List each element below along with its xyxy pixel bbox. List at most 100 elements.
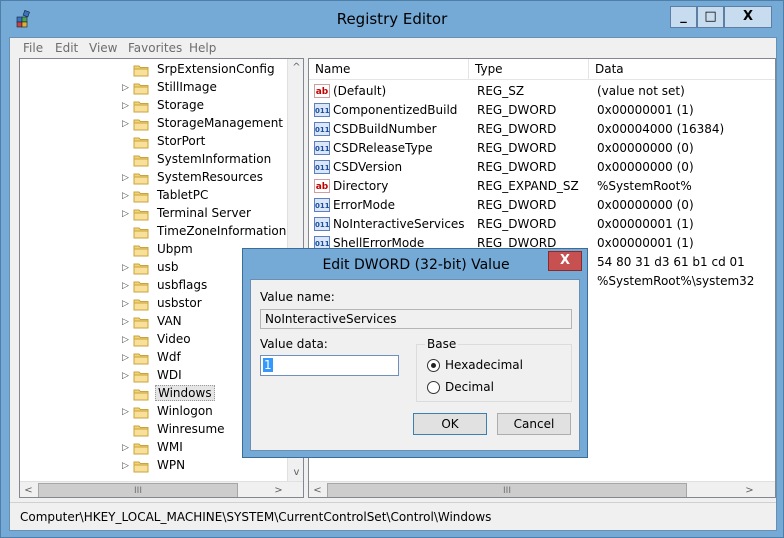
tree-item-label: WMI (157, 440, 183, 454)
folder-icon (133, 191, 149, 203)
list-row[interactable]: 011 ComponentizedBuild REG_DWORD 0x00000001… (309, 101, 775, 120)
expand-arrow-icon[interactable]: ▷ (122, 443, 130, 453)
cell-name: ErrorMode (333, 198, 395, 212)
value-name-label: Value name: (260, 290, 335, 304)
string-value-icon: ab (314, 84, 330, 98)
list-row[interactable]: 011 CSDReleaseType REG_DWORD 0x00000000 (0) (309, 139, 775, 158)
expand-arrow-icon[interactable]: ▷ (122, 371, 130, 381)
scroll-right-arrow-icon[interactable]: > (270, 482, 287, 497)
tree-item[interactable]: ▷ SystemResources (20, 169, 288, 187)
tree-item[interactable]: StorPort (20, 133, 288, 151)
minimize-button[interactable]: _ (670, 6, 697, 28)
scroll-left-arrow-icon[interactable]: < (309, 482, 326, 497)
tree-item[interactable]: ▷ StillImage (20, 79, 288, 97)
list-row[interactable]: 011 ErrorMode REG_DWORD 0x00000000 (0) (309, 196, 775, 215)
cell-name: NoInteractiveServices (333, 217, 465, 231)
expand-arrow-icon[interactable]: ▷ (122, 461, 130, 471)
scroll-thumb[interactable]: III (38, 483, 238, 497)
expand-arrow-icon[interactable]: ▷ (122, 407, 130, 417)
cell-type: REG_DWORD (477, 198, 557, 212)
value-name-field[interactable]: NoInteractiveServices (260, 309, 572, 329)
list-row[interactable]: 011 CSDBuildNumber REG_DWORD 0x00004000 (16… (309, 120, 775, 139)
menu-help[interactable]: Help (189, 41, 216, 55)
folder-icon (133, 425, 149, 437)
decimal-radio[interactable] (427, 381, 440, 394)
expand-arrow-icon[interactable]: ▷ (122, 281, 130, 291)
list-row[interactable]: ab (Default) REG_SZ (value not set) (309, 82, 775, 101)
ok-button[interactable]: OK (413, 413, 487, 435)
tree-item[interactable]: ▷ TabletPC (20, 187, 288, 205)
tree-item-label: StorageManagement (157, 116, 283, 130)
tree-item[interactable]: SystemInformation (20, 151, 288, 169)
tree-item[interactable]: ▷ WPN (20, 457, 288, 475)
expand-arrow-icon[interactable]: ▷ (122, 263, 130, 273)
list-row[interactable]: ab Directory REG_EXPAND_SZ %SystemRoot% (309, 177, 775, 196)
binary-value-icon: 011 (314, 198, 330, 212)
expand-arrow-icon[interactable]: ▷ (122, 83, 130, 93)
tree-item[interactable]: TimeZoneInformation (20, 223, 288, 241)
expand-arrow-icon[interactable]: ▷ (122, 101, 130, 111)
expand-arrow-icon[interactable]: ▷ (122, 209, 130, 219)
cell-type: REG_DWORD (477, 160, 557, 174)
scroll-thumb[interactable]: III (327, 483, 687, 497)
list-horizontal-scrollbar[interactable]: < III > (309, 481, 775, 497)
cell-data: %SystemRoot%\system32 (597, 274, 755, 288)
expand-arrow-icon[interactable]: ▷ (122, 173, 130, 183)
expand-arrow-icon[interactable]: ▷ (122, 335, 130, 345)
column-name[interactable]: Name (309, 59, 469, 80)
menu-edit[interactable]: Edit (55, 41, 78, 55)
tree-item-label: SrpExtensionConfig (157, 62, 275, 76)
dialog-close-button[interactable]: X (548, 251, 582, 271)
tree-item[interactable]: ▷ StorageManagement (20, 115, 288, 133)
tree-item[interactable]: ▷ Terminal Server (20, 205, 288, 223)
value-data-text: 1 (263, 358, 273, 372)
cancel-button[interactable]: Cancel (497, 413, 571, 435)
list-row[interactable]: 011 CSDVersion REG_DWORD 0x00000000 (0) (309, 158, 775, 177)
hexadecimal-label[interactable]: Hexadecimal (445, 358, 523, 372)
title-bar[interactable]: Registry Editor _ □ X (1, 1, 783, 37)
cell-name: CSDReleaseType (333, 141, 433, 155)
cell-type: REG_DWORD (477, 103, 557, 117)
cell-data: %SystemRoot% (597, 179, 692, 193)
cell-name: CSDBuildNumber (333, 122, 437, 136)
tree-item-label: Terminal Server (157, 206, 251, 220)
value-name-text: NoInteractiveServices (265, 312, 397, 326)
value-data-input[interactable]: 1 (260, 355, 399, 376)
folder-icon (133, 299, 149, 311)
expand-arrow-icon[interactable]: ▷ (122, 353, 130, 363)
tree-item[interactable]: ▷ Storage (20, 97, 288, 115)
folder-icon (133, 173, 149, 185)
column-type[interactable]: Type (469, 59, 589, 80)
column-data[interactable]: Data (589, 59, 775, 80)
hexadecimal-radio[interactable] (427, 359, 440, 372)
maximize-button[interactable]: □ (697, 6, 724, 28)
tree-item-label: usb (157, 260, 179, 274)
folder-icon (133, 245, 149, 257)
cell-data: 0x00000000 (0) (597, 141, 694, 155)
tree-item-label: Wdf (157, 350, 181, 364)
binary-value-icon: 011 (314, 217, 330, 231)
scroll-left-arrow-icon[interactable]: < (20, 482, 37, 497)
tree-horizontal-scrollbar[interactable]: < III > (20, 481, 303, 497)
expand-arrow-icon[interactable]: ▷ (122, 317, 130, 327)
scroll-up-arrow-icon[interactable]: ^ (288, 59, 303, 76)
list-row[interactable]: 011 NoInteractiveServices REG_DWORD 0x00000… (309, 215, 775, 234)
tree-item-label: SystemResources (157, 170, 264, 184)
tree-item-label: StorPort (157, 134, 206, 148)
scroll-right-arrow-icon[interactable]: > (741, 482, 758, 497)
expand-arrow-icon[interactable]: ▷ (122, 299, 130, 309)
close-button[interactable]: X (724, 6, 772, 28)
status-bar: Computer\HKEY_LOCAL_MACHINE\SYSTEM\Curre… (10, 502, 776, 530)
cell-data: (value not set) (597, 84, 685, 98)
menu-favorites[interactable]: Favorites (128, 41, 182, 55)
cell-type: REG_SZ (477, 84, 525, 98)
tree-item[interactable]: SrpExtensionConfig (20, 61, 288, 79)
scroll-down-arrow-icon[interactable]: v (288, 464, 303, 481)
menu-view[interactable]: View (89, 41, 117, 55)
decimal-label[interactable]: Decimal (445, 380, 494, 394)
expand-arrow-icon[interactable]: ▷ (122, 191, 130, 201)
cell-type: REG_DWORD (477, 141, 557, 155)
menu-file[interactable]: File (23, 41, 43, 55)
cell-name: Directory (333, 179, 389, 193)
expand-arrow-icon[interactable]: ▷ (122, 119, 130, 129)
